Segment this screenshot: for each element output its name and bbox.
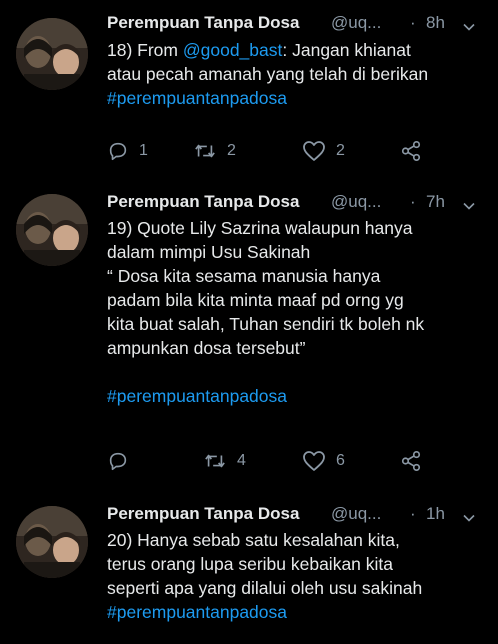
tweet-line: terus orang lupa seribu kebaikan kita	[107, 554, 394, 574]
separator-dot: ·	[410, 192, 416, 211]
author-handle[interactable]: @uq...	[331, 10, 381, 36]
tweet[interactable]: Perempuan Tanpa Dosa @uq... · 1h 20) Han…	[0, 494, 498, 644]
avatar[interactable]	[16, 506, 88, 578]
author-name[interactable]: Perempuan Tanpa Dosa	[107, 501, 299, 527]
tweet-line: atau pecah amanah yang telah di berikan	[107, 64, 429, 84]
share-icon	[400, 450, 422, 472]
tweet-line: kita buat salah, Tuhan sendiri tk boleh …	[107, 314, 425, 334]
separator-dot: ·	[410, 504, 416, 523]
tweet-line: padam bila kita minta maaf pd orng yg	[107, 290, 404, 310]
hashtag-link[interactable]: #perempuantanpadosa	[107, 86, 495, 110]
tweet-line: 20) Hanya sebab satu kesalahan kita,	[107, 530, 400, 550]
tweet-line: seperti apa yang dilalui oleh usu sakina…	[107, 578, 423, 598]
heart-icon	[302, 450, 326, 472]
action-bar: 1 2 2	[107, 139, 437, 163]
like-count: 6	[336, 452, 345, 469]
tweet-line: 18) From @good_bast: Jangan khianat	[107, 38, 495, 62]
tweet[interactable]: Perempuan Tanpa Dosa @uq... · 7h 19) Quo…	[0, 182, 498, 492]
timestamp[interactable]: 7h	[426, 189, 445, 215]
tweet-text: 18) From @good_bast: Jangan khianat atau…	[107, 38, 495, 110]
text-segment: : Jangan khianat	[282, 40, 411, 60]
timestamp[interactable]: 8h	[426, 10, 445, 36]
heart-icon	[302, 140, 326, 162]
share-icon	[400, 140, 422, 162]
text-segment: 18) From	[107, 40, 183, 60]
author-name[interactable]: Perempuan Tanpa Dosa	[107, 10, 299, 36]
like-count: 2	[336, 142, 345, 159]
tweet-text: 20) Hanya sebab satu kesalahan kita, ter…	[107, 528, 495, 624]
hashtag-link[interactable]: #perempuantanpadosa	[107, 600, 495, 624]
retweet-icon	[203, 450, 227, 472]
tweet-line: “ Dosa kita sesama manusia hanya	[107, 266, 381, 286]
avatar-photo	[16, 506, 88, 578]
share-button[interactable]	[400, 139, 422, 163]
avatar-photo	[16, 194, 88, 266]
like-button[interactable]: 6	[302, 449, 345, 473]
reply-button[interactable]: 1	[107, 139, 148, 163]
avatar[interactable]	[16, 194, 88, 266]
retweet-icon	[193, 140, 217, 162]
retweet-count: 4	[237, 452, 246, 469]
hashtag-link[interactable]: #perempuantanpadosa	[107, 384, 495, 408]
tweet[interactable]: Perempuan Tanpa Dosa @uq... · 8h 18) Fro…	[0, 0, 498, 180]
timestamp[interactable]: 1h	[426, 501, 445, 527]
tweet-line: 19) Quote Lily Sazrina walaupun hanya	[107, 218, 413, 238]
avatar-photo	[16, 18, 88, 90]
separator-dot: ·	[410, 13, 416, 32]
tweet-text: 19) Quote Lily Sazrina walaupun hanya da…	[107, 216, 495, 408]
retweet-button[interactable]: 2	[193, 139, 236, 163]
retweet-count: 2	[227, 142, 236, 159]
author-handle[interactable]: @uq...	[331, 189, 381, 215]
share-button[interactable]	[400, 449, 422, 473]
reply-button[interactable]	[107, 449, 139, 473]
tweet-line: dalam mimpi Usu Sakinah	[107, 242, 311, 262]
reply-icon	[107, 140, 129, 162]
author-handle[interactable]: @uq...	[331, 501, 381, 527]
like-button[interactable]: 2	[302, 139, 345, 163]
action-bar: 4 6	[107, 449, 437, 473]
reply-count: 1	[139, 142, 148, 159]
avatar[interactable]	[16, 18, 88, 90]
author-name[interactable]: Perempuan Tanpa Dosa	[107, 189, 299, 215]
reply-icon	[107, 450, 129, 472]
tweet-line: ampunkan dosa tersebut”	[107, 338, 306, 358]
retweet-button[interactable]: 4	[203, 449, 246, 473]
mention-link[interactable]: @good_bast	[183, 40, 283, 60]
